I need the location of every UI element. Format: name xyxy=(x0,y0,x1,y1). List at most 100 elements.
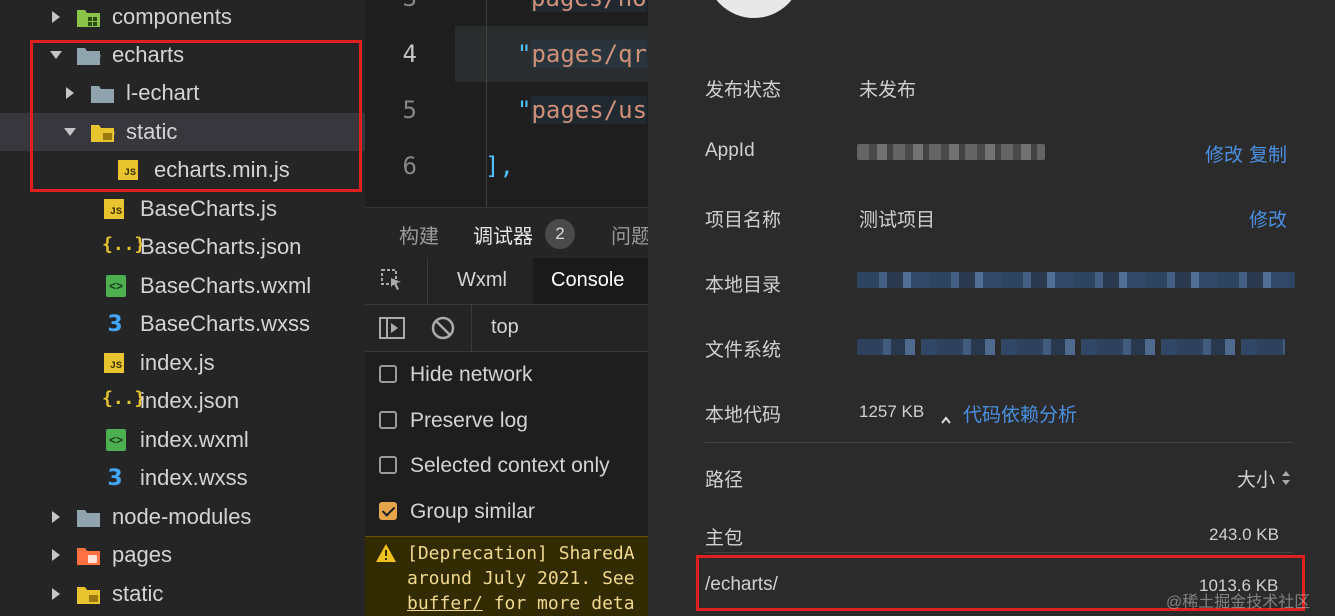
local-dir-value-blurred xyxy=(857,272,1295,288)
file-system-label: 文件系统 xyxy=(705,340,782,361)
tree-item[interactable]: pages xyxy=(0,536,365,574)
local-dir-label: 本地目录 xyxy=(705,275,782,296)
project-name-edit-link[interactable]: 修改 xyxy=(1249,205,1287,232)
line-number: 6 xyxy=(402,152,417,180)
tree-item-label: BaseCharts.js xyxy=(140,196,277,221)
appid-copy-link[interactable]: 复制 xyxy=(1249,140,1287,167)
appid-value-blurred xyxy=(857,144,1045,160)
project-name-value: 测试项目 xyxy=(859,210,936,231)
tab-debugger[interactable]: 调试器 xyxy=(473,220,533,249)
tab-build[interactable]: 构建 xyxy=(399,220,439,249)
size-table-header: 路径 大小 xyxy=(705,457,1295,497)
tab-wxml[interactable]: Wxml xyxy=(457,269,507,292)
code-text: "pages/us xyxy=(517,96,648,124)
checkbox[interactable] xyxy=(379,501,397,520)
project-details-panel: 发布状态 未发布 AppId 修改 复制 项目名称 测试项目 修改 本地目录 文… xyxy=(648,0,1335,616)
tree-item[interactable]: node-modules xyxy=(0,498,365,536)
tree-item-label: BaseCharts.wxss xyxy=(140,311,310,336)
warning-link[interactable]: buffer/ xyxy=(407,593,483,614)
watermark: @稀土掘金技术社区 xyxy=(1166,594,1311,611)
console-toolbar: top xyxy=(365,305,648,352)
static-folder-icon xyxy=(76,584,100,604)
wxml-file-icon: <> xyxy=(106,429,126,451)
json-file-icon: {..} xyxy=(102,234,146,255)
context-selector[interactable]: top xyxy=(491,316,519,339)
warning-text-line2: around July 2021. See xyxy=(407,568,635,589)
publish-status-value: 未发布 xyxy=(859,80,917,101)
tree-item-label: BaseCharts.wxml xyxy=(140,273,312,298)
tree-item[interactable]: <> BaseCharts.wxml xyxy=(0,267,365,305)
code-text: pages/ho xyxy=(531,0,647,12)
chevron-right-icon[interactable] xyxy=(52,511,60,523)
editor-and-devtools: 3 pages/ho 4 "pages/qr 5 "pages/us 6], 构建 调试器 … xyxy=(365,0,648,616)
console-setting-row[interactable]: Hide network xyxy=(365,353,648,399)
debugger-count-badge: 2 xyxy=(545,219,575,249)
tree-item[interactable]: JS BaseCharts.js xyxy=(0,190,365,228)
json-file-icon: {..} xyxy=(102,388,146,409)
tree-item[interactable]: static xyxy=(0,575,365,613)
code-line: 5 "pages/us xyxy=(365,82,648,138)
code-text: ], xyxy=(485,152,514,180)
publish-status-row: 发布状态 未发布 xyxy=(705,67,1295,107)
appid-row: AppId 修改 复制 xyxy=(705,132,1295,172)
pages-folder-icon xyxy=(76,545,100,565)
code-line: 4 "pages/qr xyxy=(365,26,648,82)
chevron-right-icon[interactable] xyxy=(52,549,60,561)
code-line: 3 pages/ho xyxy=(365,0,648,26)
sidebar-toggle-icon[interactable] xyxy=(379,316,405,340)
local-code-label: 本地代码 xyxy=(705,405,782,426)
tree-item[interactable]: components xyxy=(0,0,365,36)
tab-console[interactable]: Console xyxy=(551,269,624,292)
tree-item[interactable]: 3 index.wxss xyxy=(0,459,365,497)
tree-item-label: components xyxy=(112,4,232,29)
tree-item-label: pages xyxy=(112,542,172,567)
file-system-value-blurred xyxy=(857,339,1285,355)
divider xyxy=(705,442,1293,443)
tree-item[interactable]: {..} BaseCharts.json xyxy=(0,228,365,266)
line-number: 5 xyxy=(402,96,417,124)
file-explorer: components echarts l-echart static JS echarts… xyxy=(0,0,365,616)
path-cell: 主包 xyxy=(705,528,744,549)
local-dir-row: 本地目录 xyxy=(705,262,1295,302)
sort-icon[interactable] xyxy=(1281,470,1291,486)
checkbox[interactable] xyxy=(379,456,397,474)
checkbox-label: Hide network xyxy=(410,363,533,386)
tab-issues[interactable]: 问题 xyxy=(611,220,648,249)
console-setting-row[interactable]: Group similar xyxy=(365,490,648,536)
chevron-up-icon[interactable] xyxy=(941,408,951,424)
panel-tabbar: Wxml Console xyxy=(365,258,648,305)
tree-item-label: index.js xyxy=(140,350,215,375)
inspect-element-icon[interactable] xyxy=(381,269,403,291)
chevron-right-icon[interactable] xyxy=(52,11,60,23)
local-code-size: 1257 KB xyxy=(859,402,925,421)
line-number: 4 xyxy=(402,40,417,68)
checkbox-label: Preserve log xyxy=(410,408,528,432)
tree-item[interactable]: 3 BaseCharts.wxss xyxy=(0,305,365,343)
console-setting-row[interactable]: Selected context only xyxy=(365,444,648,490)
tree-item[interactable]: <> index.wxml xyxy=(0,421,365,459)
wxss-file-icon: 3 xyxy=(107,311,123,337)
tree-item-label: index.wxml xyxy=(140,427,249,452)
dependency-analysis-link[interactable]: 代码依赖分析 xyxy=(963,400,1077,427)
chevron-right-icon[interactable] xyxy=(52,588,60,600)
tree-item[interactable]: {..} index.json xyxy=(0,382,365,420)
code-editor[interactable]: 3 pages/ho 4 "pages/qr 5 "pages/us 6], xyxy=(365,0,648,207)
devtools-tabbar: 构建 调试器 2 问题 xyxy=(365,207,648,258)
checkbox[interactable] xyxy=(379,365,397,383)
tree-item-label: index.json xyxy=(140,388,240,413)
clear-console-icon[interactable] xyxy=(431,316,455,340)
line-number: 3 xyxy=(393,0,417,12)
project-name-label: 项目名称 xyxy=(705,210,782,231)
project-name-row: 项目名称 测试项目 修改 xyxy=(705,197,1295,237)
divider xyxy=(427,258,428,304)
tree-item-label: node-modules xyxy=(112,504,252,529)
console-setting-row[interactable]: Preserve log xyxy=(365,399,648,445)
appid-edit-link[interactable]: 修改 xyxy=(1205,140,1243,167)
size-column-header[interactable]: 大小 xyxy=(1237,465,1275,492)
path-column-header: 路径 xyxy=(705,470,744,491)
avatar xyxy=(706,0,802,18)
checkbox[interactable] xyxy=(379,410,397,429)
tree-item[interactable]: JS index.js xyxy=(0,344,365,382)
table-row: 主包 243.0 KB xyxy=(705,515,1295,555)
js-file-icon: JS xyxy=(104,199,124,219)
